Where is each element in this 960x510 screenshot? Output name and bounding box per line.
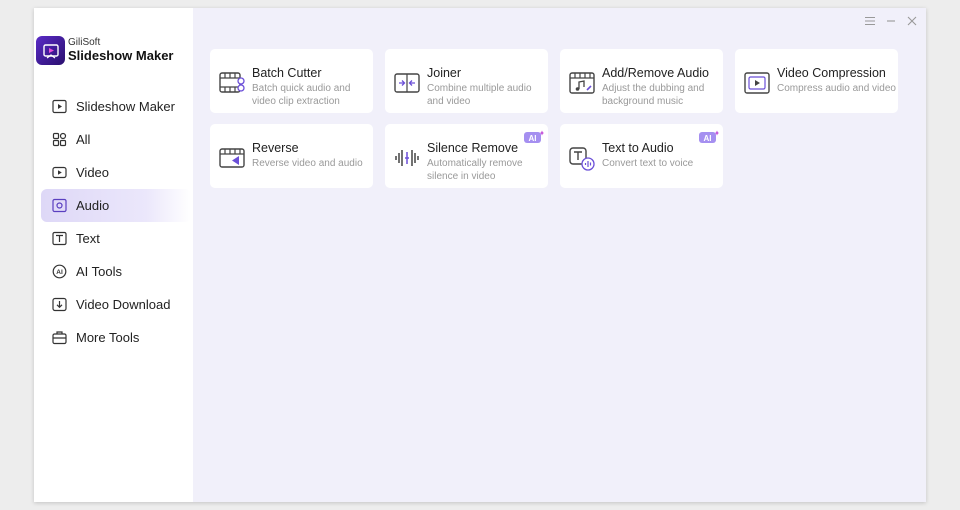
join-icon (394, 73, 420, 93)
svg-text:AI: AI (56, 269, 63, 276)
card-description: Reverse video and audio (252, 158, 363, 169)
product-name: Slideshow Maker (68, 47, 174, 63)
waveform-icon (395, 150, 419, 166)
tool-grid: Batch Cutter Batch quick audio and video… (210, 49, 898, 188)
tool-card-silence-remove[interactable]: Silence Remove Automatically remove sile… (385, 124, 548, 188)
card-description: Adjust the dubbing and background music (602, 83, 705, 107)
sidebar-item-ai-tools[interactable]: AI AI Tools (41, 255, 191, 288)
download-icon (51, 297, 67, 313)
slideshow-icon (51, 99, 67, 115)
tool-card-reverse[interactable]: Reverse Reverse video and audio (210, 124, 373, 188)
audio-icon (51, 198, 67, 214)
sidebar-item-video-download[interactable]: Video Download (41, 288, 191, 321)
sidebar-item-video[interactable]: Video (41, 156, 191, 189)
sidebar-item-label: All (76, 132, 91, 147)
compress-icon (744, 72, 770, 94)
minimize-icon[interactable] (882, 12, 899, 29)
main-content: Batch Cutter Batch quick audio and video… (193, 8, 926, 502)
sidebar-nav: Slideshow Maker All Video Audio Text AI … (41, 90, 191, 354)
text-speech-icon (569, 147, 595, 171)
sidebar-item-all[interactable]: All (41, 123, 191, 156)
grid-icon (51, 132, 67, 148)
sidebar-item-label: Video Download (76, 297, 171, 312)
sidebar-item-label: Text (76, 231, 100, 246)
card-description: Convert text to voice (602, 158, 694, 169)
reverse-icon (219, 148, 245, 168)
tool-card-add-remove-audio[interactable]: Add/Remove Audio Adjust the dubbing and … (560, 49, 723, 113)
menu-icon[interactable] (861, 12, 878, 29)
app-window: GiliSoft Slideshow Maker Slideshow Maker… (34, 8, 926, 502)
text-icon (51, 231, 67, 247)
sidebar-item-slideshow-maker[interactable]: Slideshow Maker (41, 90, 191, 123)
sidebar-item-label: More Tools (76, 330, 140, 345)
card-description: Compress audio and video (777, 83, 896, 94)
tool-card-batch-cutter[interactable]: Batch Cutter Batch quick audio and video… (210, 49, 373, 113)
close-icon[interactable] (903, 12, 920, 29)
film-cut-icon (219, 72, 245, 93)
toolbox-icon (51, 330, 67, 346)
video-icon (51, 165, 67, 181)
app-logo: GiliSoft Slideshow Maker (36, 36, 173, 65)
sidebar-item-label: Audio (76, 198, 110, 213)
ai-icon: AI (51, 264, 67, 280)
music-note-icon (569, 72, 595, 94)
sidebar: GiliSoft Slideshow Maker Slideshow Maker… (34, 8, 193, 502)
card-description: Combine multiple audio and video (427, 83, 532, 107)
svg-text:AI: AI (704, 134, 712, 143)
card-title: Batch Cutter (252, 66, 322, 80)
svg-text:AI: AI (529, 134, 537, 143)
window-controls (861, 12, 920, 29)
sidebar-item-label: Slideshow Maker (76, 99, 175, 114)
logo-icon (36, 36, 65, 65)
card-title: Add/Remove Audio (602, 66, 710, 80)
card-title: Video Compression (777, 66, 886, 80)
card-title: Joiner (427, 66, 462, 80)
tool-card-video-compression[interactable]: Video Compression Compress audio and vid… (735, 49, 898, 113)
sidebar-item-more-tools[interactable]: More Tools (41, 321, 191, 354)
ai-badge-icon: AI (699, 130, 719, 143)
tool-card-joiner[interactable]: Joiner Combine multiple audio and video (385, 49, 548, 113)
sidebar-item-audio[interactable]: Audio (41, 189, 191, 222)
card-title: Reverse (252, 141, 299, 155)
card-description: Automatically remove silence in video (427, 158, 523, 182)
sidebar-item-text[interactable]: Text (41, 222, 191, 255)
card-description: Batch quick audio and video clip extract… (252, 83, 351, 107)
ai-badge-icon: AI (524, 130, 544, 143)
sidebar-item-label: AI Tools (76, 264, 123, 279)
sidebar-item-label: Video (76, 165, 110, 180)
tool-card-text-to-audio[interactable]: Text to Audio Convert text to voice AI (560, 124, 723, 188)
